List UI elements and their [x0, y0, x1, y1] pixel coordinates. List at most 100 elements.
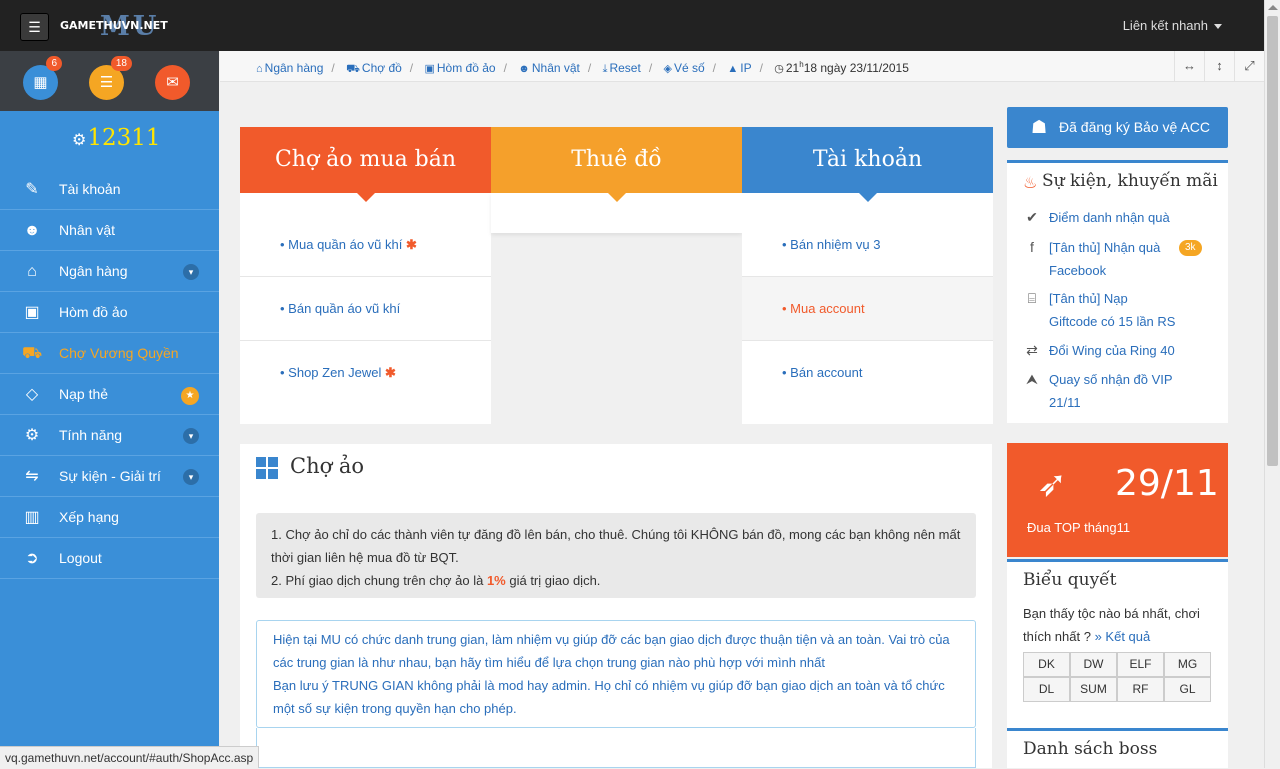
calendar-icon: ▦: [33, 74, 48, 91]
poll-results-link[interactable]: » Kết quả: [1095, 629, 1151, 644]
breadcrumb-links: ⌂ Ngân hàng / ⛟ Chợ đồ / ▣ Hòm đồ ảo / ☻ Nhân v…: [256, 60, 909, 75]
asterisk-icon: ✱: [406, 237, 417, 252]
poll-options: DK DW ELF MG DL SUM RF GL: [1023, 652, 1211, 702]
breadcrumb-reset[interactable]: ⤓ Reset: [603, 61, 641, 75]
poll-title: Biểu quyết: [1023, 570, 1117, 590]
poll-option[interactable]: GL: [1164, 677, 1211, 702]
check-circle-icon: ✔: [1026, 209, 1038, 225]
user-icon: ☻: [23, 222, 41, 239]
sidebar-item-vault[interactable]: ▣ Hòm đồ ảo: [0, 292, 219, 333]
breadcrumb-ip[interactable]: ▲ IP: [727, 61, 751, 75]
boss-list-title: Danh sách boss: [1023, 739, 1158, 759]
market-notice: 1. Chợ ảo chỉ do các thành viên tự đăng …: [256, 513, 976, 598]
poll-option[interactable]: RF: [1117, 677, 1164, 702]
quick-link-dropdown[interactable]: Liên kết nhanh: [1123, 18, 1222, 33]
sidebar-item-features[interactable]: ⚙ Tính năng ▾: [0, 415, 219, 456]
notice-line-2: 2. Phí giao dịch chung trên chợ ảo là 1%…: [271, 569, 961, 592]
breadcrumb-lottery[interactable]: ◈ Vé số: [664, 61, 705, 75]
sidebar-item-label: Nạp thẻ: [59, 386, 109, 402]
top-navbar: ☰ MU GAMETHUVN.NET Liên kết nhanh: [0, 0, 1264, 51]
info-line-1: Hiện tại MU có chức danh trung gian, làm…: [273, 632, 950, 670]
list-item[interactable]: • Bán quần áo vũ khí: [240, 277, 491, 341]
scrollbar-thumb[interactable]: [1267, 16, 1278, 466]
sidebar-item-bank[interactable]: ⌂ Ngân hàng ▾: [0, 251, 219, 292]
sidebar-item-market[interactable]: ⛟ Chợ Vương Quyền: [0, 333, 219, 374]
time-rest: 18 ngày 23/11/2015: [803, 61, 909, 75]
user-icon: ☻: [518, 63, 530, 75]
sidebar-item-account[interactable]: ✎ Tài khoản: [0, 169, 219, 210]
poll-option[interactable]: SUM: [1070, 677, 1117, 702]
link-buy-account: Mua account: [790, 301, 865, 316]
tile-title: Chợ ảo mua bán: [240, 127, 491, 202]
sidebar-item-label: Tính năng: [59, 427, 123, 443]
events-panel: ♨ Sự kiện, khuyến mãi ✔ Điểm danh nhận qu…: [1007, 160, 1228, 423]
sidebar: ⚙12311 ✎ Tài khoản ☻ Nhân vật ⌂ Ngân hàng ▾ …: [0, 111, 219, 768]
poll-option[interactable]: MG: [1164, 652, 1211, 677]
sidebar-item-label: Sự kiện - Giải trí: [59, 468, 161, 484]
points-value: 12311: [87, 125, 161, 151]
calendar-badge: 6: [46, 56, 62, 71]
tile-body: • Bán nhiệm vụ 3 • Mua account • Bán acc…: [742, 193, 993, 424]
server-time: ◷ 21h18 ngày 23/11/2015: [774, 60, 909, 75]
poll-option[interactable]: DK: [1023, 652, 1070, 677]
main-content: Chợ ảo mua bán • Mua quần áo vũ khí ✱ • …: [220, 83, 1264, 768]
list-item[interactable]: • Shop Zen Jewel ✱: [240, 341, 491, 405]
caret-down-icon: [1214, 24, 1222, 30]
sidebar-item-topup[interactable]: ◇ Nạp thẻ ★: [0, 374, 219, 415]
account-protection-button[interactable]: ☗ Đã đăng ký Bảo vệ ACC: [1007, 107, 1228, 148]
points-display: ⚙12311: [72, 125, 161, 151]
page-scrollbar[interactable]: [1264, 0, 1280, 768]
list-button[interactable]: ☰ 18: [89, 56, 132, 100]
chat-button[interactable]: ✉: [155, 65, 190, 100]
link-sell-gear: Bán quần áo vũ khí: [288, 301, 401, 316]
exchange-icon: ⇄: [1026, 342, 1038, 358]
top-race-box[interactable]: ➶ 29/11 Đua TOP tháng11: [1007, 443, 1228, 557]
breadcrumb-bank[interactable]: ⌂ Ngân hàng: [256, 61, 323, 75]
poll-option[interactable]: DL: [1023, 677, 1070, 702]
scroll-up-arrow-icon[interactable]: [1268, 5, 1278, 10]
expand-horizontal-icon[interactable]: ↔: [1174, 51, 1204, 82]
poll-option[interactable]: ELF: [1117, 652, 1164, 677]
gears-icon: ⚙: [24, 427, 40, 444]
sidebar-item-label: Nhân vật: [59, 222, 116, 238]
breadcrumb-character[interactable]: ☻ Nhân vật: [518, 61, 580, 75]
poll-question: Bạn thấy tộc nào bá nhất, chơi thích nhấ…: [1023, 602, 1223, 648]
calendar-button[interactable]: ▦ 6: [23, 56, 62, 100]
star-icon: ★: [181, 387, 199, 405]
quick-link-label: Liên kết nhanh: [1122, 18, 1208, 33]
breadcrumb-market[interactable]: ⛟ Chợ đồ: [346, 61, 402, 75]
list-badge: 18: [110, 56, 132, 71]
breadcrumb-label: Ngân hàng: [264, 61, 324, 75]
sidebar-item-label: Ngân hàng: [59, 263, 128, 279]
event-badge: 3k: [1179, 240, 1202, 256]
notice-line-1: 1. Chợ ảo chỉ do các thành viên tự đăng …: [271, 527, 961, 565]
sidebar-item-logout[interactable]: ➲ Logout: [0, 538, 219, 579]
sidebar-item-events[interactable]: ⇋ Sự kiện - Giải trí ▾: [0, 456, 219, 497]
toolbar: ↔ ↕ ⤢: [1174, 51, 1264, 82]
sidebar-item-character[interactable]: ☻ Nhân vật: [0, 210, 219, 251]
sidebar-item-ranking[interactable]: ▥ Xếp hạng: [0, 497, 219, 538]
poll-option[interactable]: DW: [1070, 652, 1117, 677]
middleman-list: [256, 728, 976, 768]
sidebar-shortcuts: ▦ 6 ☰ 18 ✉: [0, 51, 219, 111]
status-bar-url: vq.gamethuvn.net/account/#auth/ShopAcc.a…: [0, 746, 260, 768]
list-item[interactable]: • Bán account: [742, 341, 993, 405]
list-item[interactable]: • Mua quần áo vũ khí ✱: [240, 213, 491, 277]
edit-icon: ✎: [25, 181, 39, 198]
lock-icon: ▲: [727, 63, 739, 75]
list-item[interactable]: • Bán nhiệm vụ 3: [742, 213, 993, 277]
breadcrumb-vault[interactable]: ▣ Hòm đồ ảo: [424, 61, 495, 75]
logo-text: GAMETHUVN.NET: [60, 19, 168, 32]
hamburger-icon[interactable]: ☰: [20, 13, 49, 41]
site-logo[interactable]: MU GAMETHUVN.NET: [60, 11, 180, 42]
cart-icon: ⛟: [346, 63, 360, 75]
clock-icon: ◷: [774, 63, 784, 75]
list-item[interactable]: • Mua account: [742, 277, 993, 341]
expand-vertical-icon[interactable]: ↕: [1204, 51, 1234, 82]
tile-rent-gear[interactable]: Thuê đồ: [491, 127, 742, 233]
chevron-down-icon: ▾: [183, 264, 199, 280]
fullscreen-icon[interactable]: ⤢: [1234, 51, 1264, 82]
info-line-2: Bạn lưu ý TRUNG GIAN không phải là mod h…: [273, 678, 945, 716]
middleman-info: Hiện tại MU có chức danh trung gian, làm…: [256, 620, 976, 728]
asterisk-icon: ✱: [385, 365, 396, 380]
